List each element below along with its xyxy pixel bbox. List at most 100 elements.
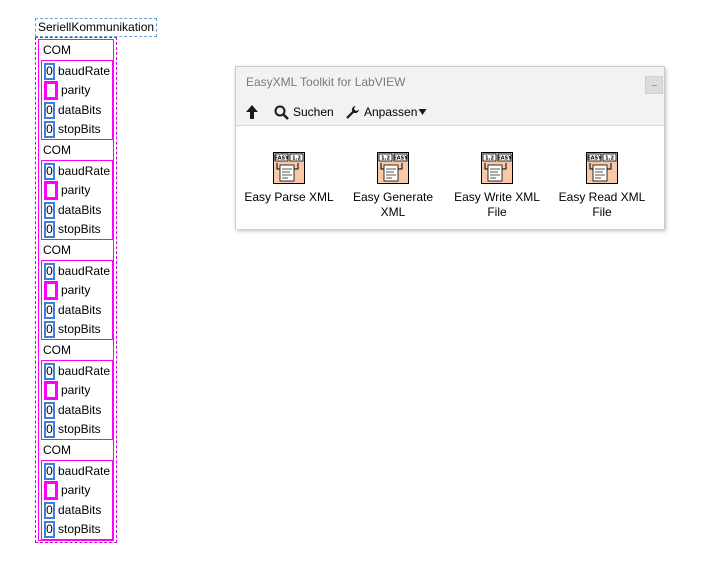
- stopbits-label: stopBits: [58, 122, 101, 136]
- databits-numeric[interactable]: 0: [44, 102, 55, 119]
- databits-numeric[interactable]: 0: [44, 502, 55, 519]
- databits-field: 0 dataBits: [43, 501, 113, 521]
- svg-text:1.2: 1.2: [485, 156, 494, 162]
- com-label: COM: [43, 243, 71, 257]
- baudrate-label: baudRate: [58, 464, 111, 478]
- com-settings-cluster: 0 baudRate parity 0 dataBits 0 stopBits: [41, 460, 113, 540]
- stopbits-label: stopBits: [58, 322, 101, 336]
- svg-text:1.2: 1.2: [292, 156, 301, 162]
- stopbits-field: 0 stopBits: [43, 120, 113, 140]
- cluster-array-inner: COM 0 baudRate parity 0 dataBits 0 stopB…: [38, 39, 114, 541]
- stopbits-field: 0 stopBits: [43, 220, 113, 240]
- stopbits-label: stopBits: [58, 222, 101, 236]
- com-label: COM: [43, 443, 71, 457]
- databits-label: dataBits: [58, 503, 102, 517]
- com-label: COM: [43, 43, 71, 57]
- customize-button[interactable]: Anpassen: [345, 99, 427, 125]
- triangle-down-icon: [418, 109, 427, 115]
- com-settings-cluster: 0 baudRate parity 0 dataBits 0 stopBits: [41, 160, 113, 240]
- search-button[interactable]: Suchen: [274, 99, 334, 125]
- palette-item-easy-parse-xml[interactable]: EASY 1.2 Easy Parse XML: [241, 152, 337, 205]
- baudrate-numeric[interactable]: 0: [44, 163, 55, 180]
- com-settings-cluster: 0 baudRate parity 0 dataBits 0 stopBits: [41, 60, 113, 140]
- parity-control[interactable]: [44, 481, 58, 500]
- databits-numeric[interactable]: 0: [44, 302, 55, 319]
- parity-label: parity: [61, 283, 91, 297]
- stopbits-field: 0 stopBits: [43, 520, 113, 540]
- com-cluster: COM 0 baudRate parity 0 dataBits 0 stopB…: [41, 441, 113, 540]
- com-cluster: COM 0 baudRate parity 0 dataBits 0 stopB…: [41, 241, 113, 340]
- stopbits-numeric[interactable]: 0: [44, 521, 55, 538]
- baudrate-field: 0 baudRate: [43, 362, 113, 382]
- databits-label: dataBits: [58, 303, 102, 317]
- palette-item-easy-read-xml-file[interactable]: EASY 1.2 Easy Read XML File: [554, 152, 650, 220]
- cluster-array[interactable]: COM 0 baudRate parity 0 dataBits 0 stopB…: [35, 37, 117, 543]
- databits-label: dataBits: [58, 403, 102, 417]
- palette-minimize-button[interactable]: [645, 76, 663, 94]
- palette-item-easy-generate-xml[interactable]: 1.2 EASY Easy Generate XML: [345, 152, 441, 220]
- databits-label: dataBits: [58, 103, 102, 117]
- palette-item-easy-write-xml-file[interactable]: 1.2 EASY Easy Write XML File: [449, 152, 545, 220]
- stopbits-field: 0 stopBits: [43, 420, 113, 440]
- stopbits-numeric[interactable]: 0: [44, 121, 55, 138]
- com-cluster: COM 0 baudRate parity 0 dataBits 0 stopB…: [41, 341, 113, 440]
- stopbits-label: stopBits: [58, 422, 101, 436]
- stopbits-numeric[interactable]: 0: [44, 221, 55, 238]
- databits-field: 0 dataBits: [43, 101, 113, 121]
- baudrate-numeric[interactable]: 0: [44, 463, 55, 480]
- parity-control[interactable]: [44, 381, 58, 400]
- parity-label: parity: [61, 383, 91, 397]
- databits-numeric[interactable]: 0: [44, 402, 55, 419]
- baudrate-label: baudRate: [58, 264, 111, 278]
- stopbits-numeric[interactable]: 0: [44, 321, 55, 338]
- svg-text:EASY: EASY: [274, 156, 289, 162]
- baudrate-field: 0 baudRate: [43, 262, 113, 282]
- customize-label: Anpassen: [364, 105, 418, 119]
- parity-control[interactable]: [44, 281, 58, 300]
- palette-item-label: Easy Write XML File: [454, 190, 540, 219]
- svg-text:1.2: 1.2: [605, 156, 614, 162]
- easy-generate-xml-icon: 1.2 EASY: [377, 152, 409, 184]
- up-button[interactable]: [245, 99, 259, 125]
- com-cluster: COM 0 baudRate parity 0 dataBits 0 stopB…: [41, 41, 113, 140]
- baudrate-field: 0 baudRate: [43, 162, 113, 182]
- parity-field: parity: [43, 381, 113, 401]
- svg-text:EASY: EASY: [497, 156, 512, 162]
- parity-field: parity: [43, 81, 113, 101]
- easy-parse-xml-icon: EASY 1.2: [273, 152, 305, 184]
- baudrate-numeric[interactable]: 0: [44, 363, 55, 380]
- com-label: COM: [43, 343, 71, 357]
- databits-field: 0 dataBits: [43, 401, 113, 421]
- baudrate-field: 0 baudRate: [43, 462, 113, 482]
- parity-label: parity: [61, 483, 91, 497]
- stopbits-numeric[interactable]: 0: [44, 421, 55, 438]
- stopbits-label: stopBits: [58, 522, 101, 536]
- com-label: COM: [43, 143, 71, 157]
- svg-text:1.2: 1.2: [381, 156, 390, 162]
- wrench-icon: [346, 105, 359, 119]
- parity-control[interactable]: [44, 81, 58, 100]
- palette-item-label: Easy Generate XML: [352, 190, 434, 219]
- palette-item-label: Easy Read XML File: [558, 190, 646, 219]
- com-settings-cluster: 0 baudRate parity 0 dataBits 0 stopBits: [41, 260, 113, 340]
- parity-field: parity: [43, 281, 113, 301]
- parity-label: parity: [61, 183, 91, 197]
- databits-label: dataBits: [58, 203, 102, 217]
- databits-field: 0 dataBits: [43, 301, 113, 321]
- baudrate-numeric[interactable]: 0: [44, 263, 55, 280]
- svg-text:EASY: EASY: [393, 156, 408, 162]
- com-cluster: COM 0 baudRate parity 0 dataBits 0 stopB…: [41, 141, 113, 240]
- cluster-title[interactable]: SeriellKommunikation: [35, 18, 158, 37]
- palette-toolbar: Suchen Anpassen: [236, 99, 664, 125]
- databits-numeric[interactable]: 0: [44, 202, 55, 219]
- parity-field: parity: [43, 181, 113, 201]
- search-label: Suchen: [293, 105, 334, 119]
- easyxml-palette-window: EasyXML Toolkit for LabVIEW Suchen Anpas…: [235, 66, 665, 229]
- stopbits-field: 0 stopBits: [43, 320, 113, 340]
- parity-control[interactable]: [44, 181, 58, 200]
- baudrate-numeric[interactable]: 0: [44, 63, 55, 80]
- baudrate-field: 0 baudRate: [43, 62, 113, 82]
- parity-label: parity: [61, 83, 91, 97]
- baudrate-label: baudRate: [58, 364, 111, 378]
- databits-field: 0 dataBits: [43, 201, 113, 221]
